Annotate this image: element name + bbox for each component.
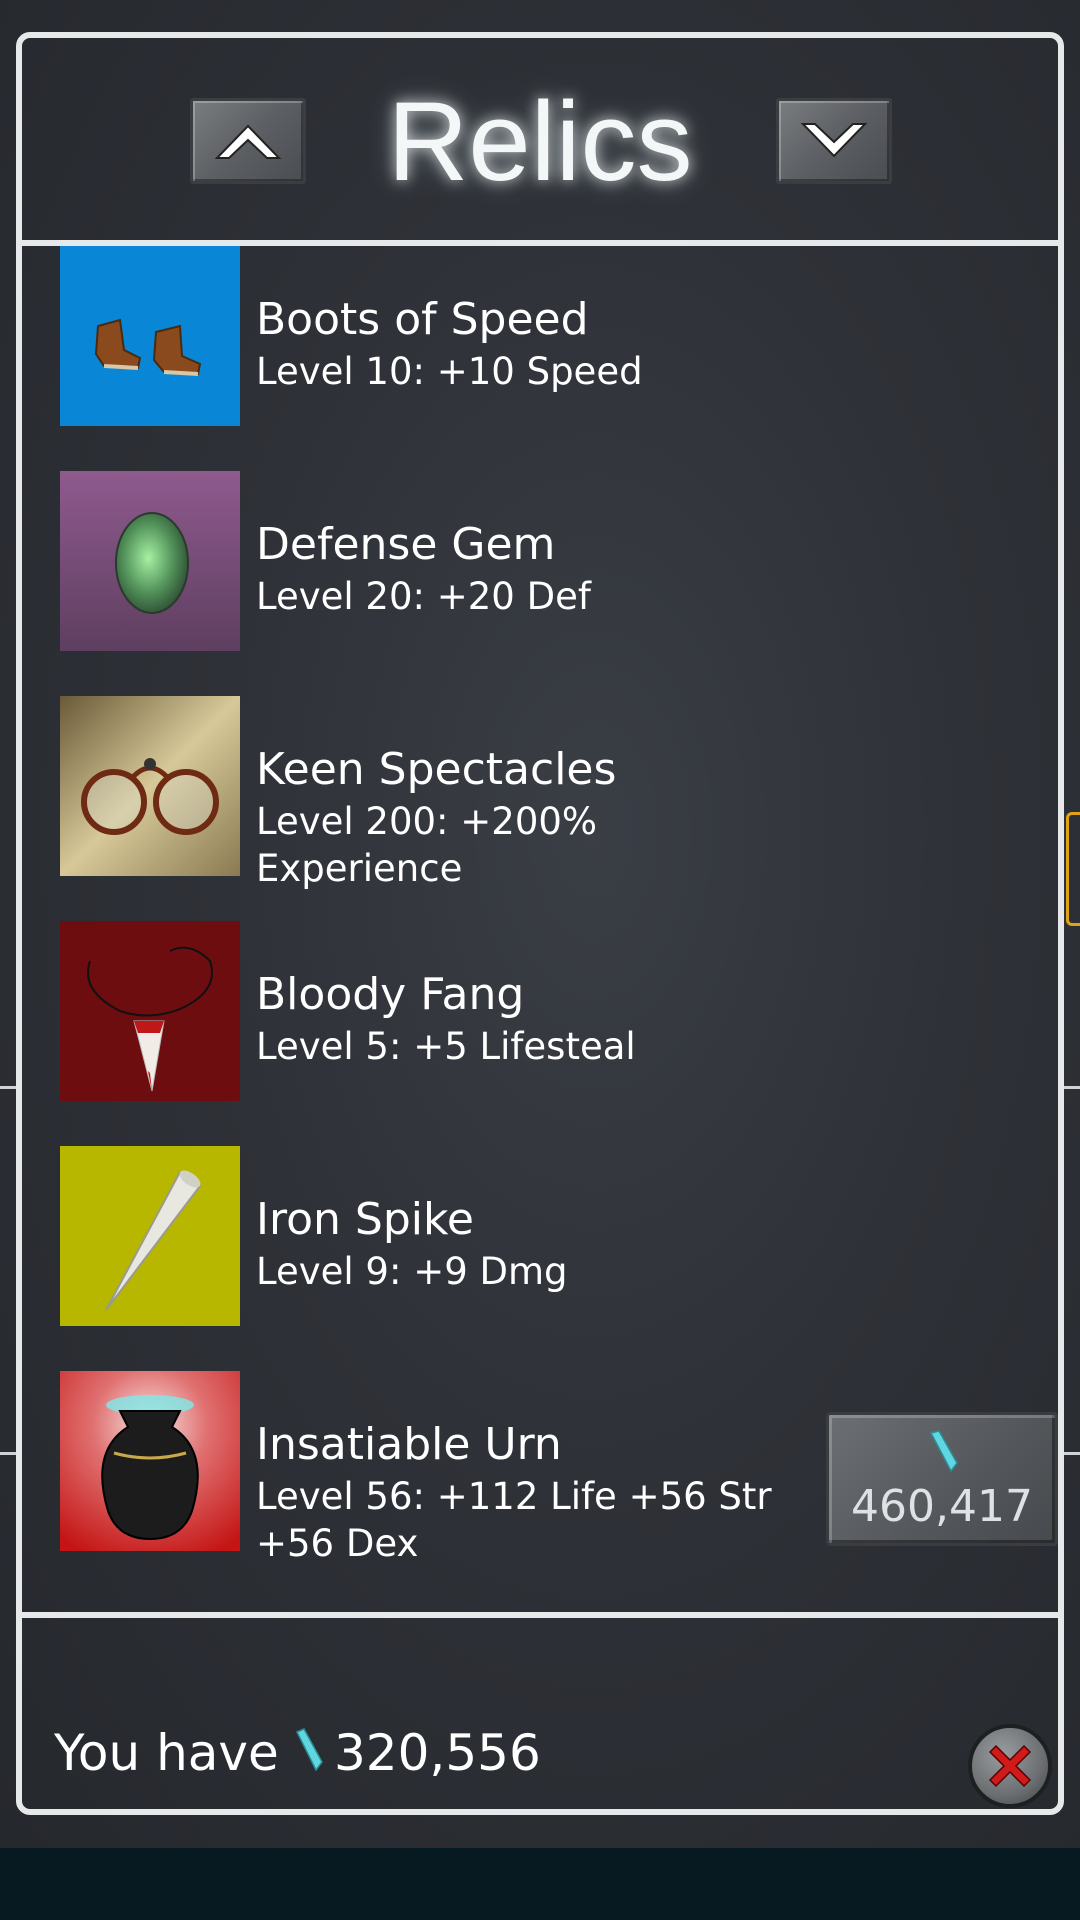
background-panel-edge: [1066, 812, 1080, 926]
dialog-header: Relics: [22, 38, 1058, 240]
spike-icon: [60, 1146, 240, 1326]
background-divider: [1064, 1452, 1080, 1455]
relic-description: Level 20: +20 Def: [256, 575, 591, 618]
relic-name: Bloody Fang: [256, 969, 525, 1020]
background-divider: [0, 1086, 16, 1089]
fang-icon: [60, 921, 240, 1101]
dialog-footer: You have 320,556: [22, 1618, 1058, 1809]
relic-description: Level 9: +9 Dmg: [256, 1250, 568, 1293]
relic-item-bloody-fang[interactable]: Bloody Fang Level 5: +5 Lifesteal: [60, 921, 1040, 1101]
balance-label: You have: [54, 1724, 279, 1782]
relic-description: Level 56: +112 Life +56 Str +56 Dex: [256, 1475, 772, 1565]
balance-value: 320,556: [334, 1724, 541, 1782]
relic-name: Boots of Speed: [256, 294, 589, 345]
relic-name: Defense Gem: [256, 519, 556, 570]
background-divider: [1064, 1086, 1080, 1089]
relic-description: Level 5: +5 Lifesteal: [256, 1025, 636, 1068]
crystal-icon: [295, 1728, 323, 1772]
relic-name: Keen Spectacles: [256, 744, 617, 795]
relic-item-defense-gem[interactable]: Defense Gem Level 20: +20 Def: [60, 471, 1040, 651]
relics-dialog: Relics Boots of Speed Level 10: +10 Spee…: [16, 32, 1064, 1815]
relic-description: Level 10: +10 Speed: [256, 350, 643, 393]
spectacles-icon: [60, 696, 240, 876]
relic-list[interactable]: Boots of Speed Level 10: +10 Speed Defen…: [22, 246, 1058, 1612]
upgrade-price: 460,417: [851, 1481, 1033, 1532]
close-icon: [988, 1744, 1032, 1788]
upgrade-price-button[interactable]: 460,417: [826, 1412, 1058, 1546]
chevron-up-icon: [214, 124, 282, 159]
gem-icon: [60, 471, 240, 651]
relic-item-keen-spectacles[interactable]: Keen Spectacles Level 200: +200% Experie…: [60, 696, 1040, 890]
chevron-down-icon: [800, 123, 868, 158]
relic-item-boots-of-speed[interactable]: Boots of Speed Level 10: +10 Speed: [60, 246, 1040, 426]
boots-icon: [60, 246, 240, 426]
relic-name: Insatiable Urn: [256, 1419, 562, 1470]
crystal-icon: [929, 1430, 958, 1473]
page-title: Relics: [387, 79, 693, 204]
relic-description: Level 200: +200% Experience: [256, 800, 598, 890]
urn-icon: [60, 1371, 240, 1551]
relic-name: Iron Spike: [256, 1194, 474, 1245]
close-button[interactable]: [968, 1724, 1052, 1808]
scroll-up-button[interactable]: [190, 98, 306, 184]
navigation-bar: [0, 1848, 1080, 1920]
background-divider: [0, 1452, 16, 1455]
scroll-down-button[interactable]: [776, 98, 892, 184]
relic-item-iron-spike[interactable]: Iron Spike Level 9: +9 Dmg: [60, 1146, 1040, 1326]
